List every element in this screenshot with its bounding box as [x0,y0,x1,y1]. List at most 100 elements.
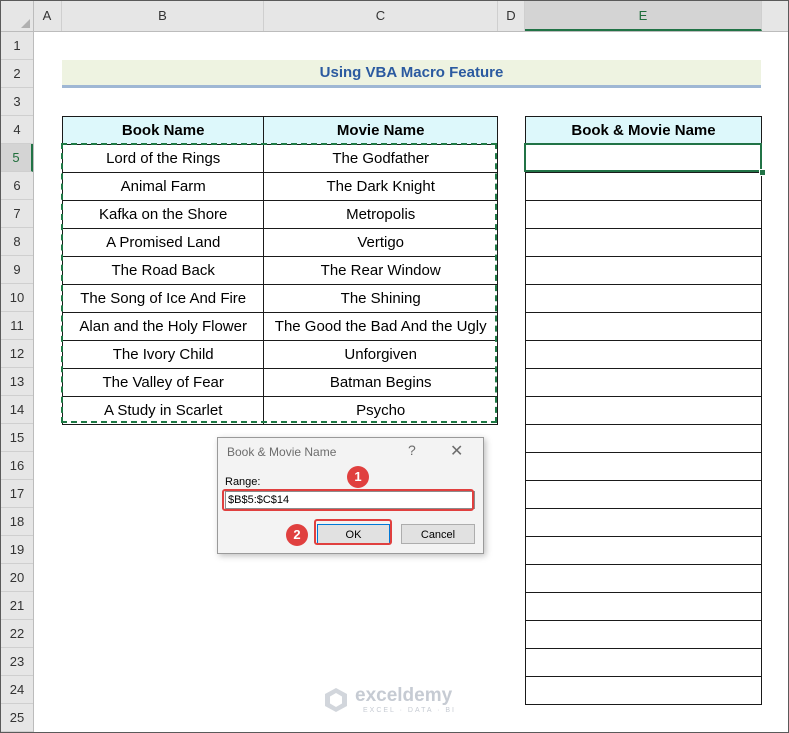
table-row: The Road Back The Rear Window [61,256,498,285]
sheet-title[interactable]: Using VBA Macro Feature [62,60,761,88]
movie-name-cell[interactable]: The Shining [263,284,498,313]
output-row [525,256,762,285]
row-header-10[interactable]: 10 [1,284,33,312]
row-header-1[interactable]: 1 [1,32,33,60]
column-header-c[interactable]: C [264,1,498,31]
book-name-cell[interactable]: The Valley of Fear [61,368,265,397]
source-table: Book Name Movie Name Lord of the Rings Th… [61,116,498,425]
output-cell[interactable] [525,200,762,229]
movie-name-cell[interactable]: Unforgiven [263,340,498,369]
row-header-14[interactable]: 14 [1,396,33,424]
row-header-24[interactable]: 24 [1,676,33,704]
row-header-22[interactable]: 22 [1,620,33,648]
row-header-16[interactable]: 16 [1,452,33,480]
book-name-cell[interactable]: Kafka on the Shore [61,200,265,229]
header-book-name[interactable]: Book Name [61,116,265,145]
step-badge-2: 2 [286,524,308,546]
output-cell[interactable] [525,648,762,677]
book-name-cell[interactable]: Animal Farm [61,172,265,201]
output-row [525,648,762,677]
output-cell[interactable] [525,564,762,593]
book-name-cell[interactable]: The Song of Ice And Fire [61,284,265,313]
column-header-d[interactable]: D [498,1,525,31]
book-name-cell[interactable]: A Promised Land [61,228,265,257]
close-icon[interactable]: ✕ [450,441,463,461]
movie-name-cell[interactable]: Batman Begins [263,368,498,397]
fill-handle[interactable] [759,169,766,176]
step-badge-1: 1 [347,466,369,488]
output-cell[interactable] [525,536,762,565]
output-cell[interactable] [525,284,762,313]
range-label: Range: [225,476,261,488]
movie-name-cell[interactable]: The Godfather [263,144,498,173]
movie-name-cell[interactable]: The Dark Knight [263,172,498,201]
output-row [525,620,762,649]
output-cell[interactable] [525,312,762,341]
output-cell[interactable] [525,592,762,621]
output-cell[interactable] [525,396,762,425]
row-header-21[interactable]: 21 [1,592,33,620]
row-header-19[interactable]: 19 [1,536,33,564]
table-row: Animal Farm The Dark Knight [61,172,498,201]
output-row [525,676,762,705]
output-cell[interactable] [525,172,762,201]
movie-name-cell[interactable]: Vertigo [263,228,498,257]
output-cell[interactable] [525,368,762,397]
row-header-15[interactable]: 15 [1,424,33,452]
row-header-11[interactable]: 11 [1,312,33,340]
row-header-6[interactable]: 6 [1,172,33,200]
book-name-cell[interactable]: A Study in Scarlet [61,396,265,425]
output-cell[interactable] [525,144,762,173]
row-header-8[interactable]: 8 [1,228,33,256]
row-header-17[interactable]: 17 [1,480,33,508]
output-row [525,368,762,397]
movie-name-cell[interactable]: The Rear Window [263,256,498,285]
output-cell[interactable] [525,424,762,453]
row-header-23[interactable]: 23 [1,648,33,676]
book-name-cell[interactable]: The Ivory Child [61,340,265,369]
book-name-cell[interactable]: Lord of the Rings [61,144,265,173]
cancel-button[interactable]: Cancel [401,524,475,544]
row-header-13[interactable]: 13 [1,368,33,396]
output-cell[interactable] [525,228,762,257]
row-header-4[interactable]: 4 [1,116,33,144]
movie-name-cell[interactable]: Psycho [263,396,498,425]
output-table: Book & Movie Name [525,116,762,705]
output-cell[interactable] [525,480,762,509]
column-header-a[interactable]: A [33,1,62,31]
movie-name-cell[interactable]: Metropolis [263,200,498,229]
book-name-cell[interactable]: Alan and the Holy Flower [61,312,265,341]
output-row [525,396,762,425]
row-header-20[interactable]: 20 [1,564,33,592]
book-name-cell[interactable]: The Road Back [61,256,265,285]
output-row [525,508,762,537]
movie-name-cell[interactable]: The Good the Bad And the Ugly [263,312,498,341]
row-header-7[interactable]: 7 [1,200,33,228]
output-cell[interactable] [525,676,762,705]
row-header-2[interactable]: 2 [1,60,33,88]
column-header-e[interactable]: E [525,1,762,31]
header-book-movie-name[interactable]: Book & Movie Name [525,116,762,145]
output-cell[interactable] [525,340,762,369]
header-movie-name[interactable]: Movie Name [263,116,498,145]
output-row [525,144,762,173]
output-row [525,424,762,453]
output-row [525,228,762,257]
ok-button-highlight [314,519,392,545]
row-header-3[interactable]: 3 [1,88,33,116]
row-header-12[interactable]: 12 [1,340,33,368]
help-icon[interactable]: ? [408,442,416,458]
column-header-b[interactable]: B [62,1,264,31]
output-cell[interactable] [525,620,762,649]
output-cell[interactable] [525,452,762,481]
select-all-triangle-icon [21,19,30,28]
row-header-18[interactable]: 18 [1,508,33,536]
output-cell[interactable] [525,256,762,285]
output-cell[interactable] [525,508,762,537]
row-header-25[interactable]: 25 [1,704,33,732]
row-header-9[interactable]: 9 [1,256,33,284]
select-all-corner[interactable] [1,1,34,31]
output-row [525,480,762,509]
row-header-5[interactable]: 5 [1,144,33,172]
table-row: A Study in Scarlet Psycho [61,396,498,425]
